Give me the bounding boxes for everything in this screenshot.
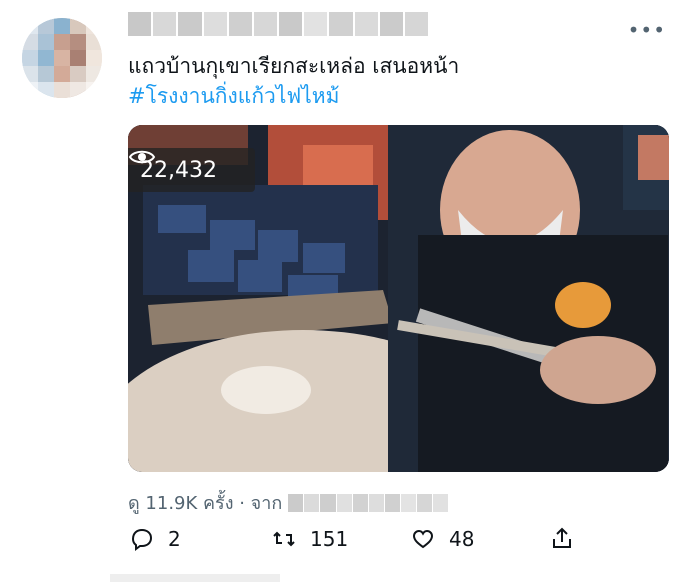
avatar[interactable] bbox=[22, 18, 102, 98]
tweet-card: ••• แถวบ้านกุเขาเรียกสะเหล่อ เสนอหน้า #โ… bbox=[0, 0, 700, 583]
share-button[interactable] bbox=[548, 525, 576, 553]
view-count-badge: 22,432 bbox=[128, 148, 255, 192]
retweet-count: 151 bbox=[310, 527, 349, 551]
ellipsis-icon: ••• bbox=[627, 18, 666, 42]
display-name-redacted bbox=[128, 12, 429, 36]
heart-icon bbox=[412, 529, 434, 549]
views-and-source: ดู 11.9K ครั้ง · จาก bbox=[128, 488, 449, 517]
cropped-next-content bbox=[110, 574, 280, 582]
share-icon bbox=[553, 527, 571, 548]
views-text: ดู 11.9K ครั้ง · จาก bbox=[128, 493, 283, 514]
tweet-text: แถวบ้านกุเขาเรียกสะเหล่อ เสนอหน้า bbox=[128, 54, 460, 78]
reply-button[interactable]: 2 bbox=[128, 525, 181, 553]
like-button[interactable]: 48 bbox=[409, 525, 474, 553]
source-redacted bbox=[288, 493, 449, 512]
hashtag-link[interactable]: #โรงงานกิ่งแก้วไฟไหม้ bbox=[128, 82, 340, 110]
tweet-actions: 2 151 48 bbox=[128, 525, 628, 557]
tweet-video[interactable]: 22,432 bbox=[128, 125, 669, 472]
retweet-icon bbox=[273, 531, 295, 547]
reply-icon bbox=[131, 528, 153, 551]
reply-count: 2 bbox=[168, 527, 181, 551]
like-count: 48 bbox=[449, 527, 475, 551]
more-options-button[interactable]: ••• bbox=[628, 18, 666, 42]
eye-icon bbox=[128, 150, 156, 164]
retweet-button[interactable]: 151 bbox=[270, 525, 348, 553]
